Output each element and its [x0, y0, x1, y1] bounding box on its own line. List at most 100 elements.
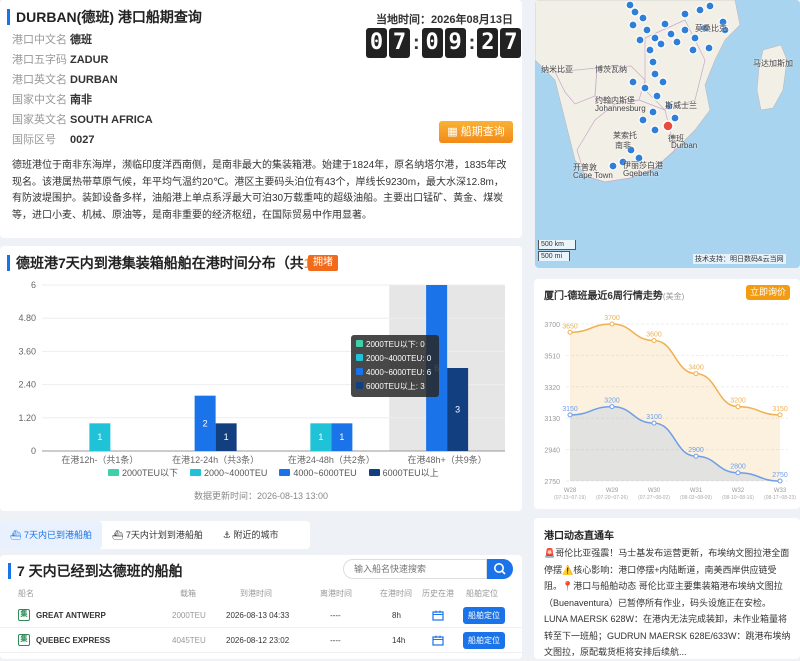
port-pin[interactable] [645, 45, 655, 55]
point-value-label: 3400 [688, 365, 704, 372]
data-point[interactable] [693, 371, 699, 377]
port-pin[interactable] [630, 7, 640, 17]
map-label: Durban [671, 141, 698, 150]
port-pin[interactable] [695, 5, 705, 15]
point-value-label: 3200 [604, 398, 620, 405]
port-pin[interactable] [648, 107, 658, 117]
port-pin[interactable] [672, 37, 682, 47]
calendar-icon[interactable] [432, 610, 444, 621]
port-pin[interactable] [666, 29, 676, 39]
data-point[interactable] [651, 338, 657, 344]
tooltip-row: 2000~4000TEU: 0 [356, 352, 434, 366]
port-pin[interactable] [638, 13, 648, 23]
data-point[interactable] [693, 453, 699, 459]
data-point[interactable] [567, 412, 573, 418]
port-pin[interactable] [628, 20, 638, 30]
data-point[interactable] [609, 321, 615, 327]
port-pin[interactable] [705, 1, 715, 11]
tab-arrived[interactable]: ⛴ 7天内已到港船舶 [0, 521, 102, 549]
calendar-icon[interactable] [432, 635, 444, 646]
ship-teu: 2000TEU [172, 611, 206, 620]
port-pin[interactable] [608, 161, 618, 171]
port-pin[interactable] [650, 125, 660, 135]
local-clock: 0 7 : 0 9 : 2 7 [366, 28, 523, 58]
legend-item[interactable]: 2000~4000TEU [190, 466, 267, 479]
port-pin[interactable] [680, 25, 690, 35]
x-tick-label: W30 [648, 488, 661, 494]
x-tick-sublabel: (07-13~07-19) [554, 495, 586, 501]
port-pin[interactable] [635, 35, 645, 45]
port-pin[interactable] [660, 19, 670, 29]
port-pin[interactable] [638, 115, 648, 125]
x-tick-label: 在港12-24h（共3条） [172, 454, 259, 465]
port-pin[interactable] [640, 83, 650, 93]
y-tick-label: 3130 [544, 416, 560, 423]
port-pin[interactable] [690, 33, 700, 43]
port-pin[interactable] [670, 113, 680, 123]
unlocode-link[interactable]: ZADUR [70, 54, 109, 66]
x-tick-label: 在港48h+（共9条） [407, 454, 486, 465]
ship-tabs: ⛴ 7天内已到港船舶 ⛴ 7天内计划到港船舶 ⚓ 附近的城市 [0, 521, 310, 549]
port-pin[interactable] [656, 39, 666, 49]
durban-marker[interactable] [662, 120, 674, 132]
locate-ship-button[interactable]: 船舶定位 [463, 607, 505, 624]
clock-digit: 0 [366, 28, 387, 58]
map-label: Johannesburg [595, 104, 646, 113]
data-point[interactable] [567, 329, 573, 335]
search-button[interactable] [487, 559, 513, 579]
news-body[interactable]: 🚨哥伦比亚强震！马士基发布运营更新，布埃纳文图拉港全面停摆⚠️核心影响：港口停摆… [544, 545, 794, 661]
x-tick-label: 在港24-48h（共2条） [288, 454, 375, 465]
port-pin[interactable] [688, 45, 698, 55]
line-chart: 275029403130332035103700 3650370036003400… [544, 315, 796, 501]
ship-search-input[interactable] [343, 559, 487, 579]
table-row[interactable]: 集 QUEBEC EXPRESS 4045TEU 2026-08-12 23:02 --… [0, 629, 522, 653]
clock-digit: 7 [500, 28, 522, 58]
port-news-card: 港口动态直通车 🚨哥伦比亚强震！马士基发布运营更新，布埃纳文图拉港全面停摆⚠️核… [534, 518, 800, 659]
tooltip-row: 6000TEU以上: 3 [356, 380, 434, 394]
data-point[interactable] [609, 404, 615, 410]
y-tick-label: 3320 [544, 385, 560, 392]
map-label: 博茨瓦纳 [595, 65, 627, 74]
data-point[interactable] [777, 412, 783, 418]
tab-planned[interactable]: ⛴ 7天内计划到港船舶 [102, 521, 213, 549]
data-point[interactable] [735, 470, 741, 476]
info-row-unlocode: 港口五字码 ZADUR [12, 54, 109, 66]
port-pin[interactable] [642, 25, 652, 35]
port-pin[interactable] [658, 77, 668, 87]
schedule-query-button[interactable]: ▦ 船期查询 [439, 121, 513, 143]
port-pin[interactable] [650, 69, 660, 79]
map-label: 斯威士兰 [665, 101, 697, 110]
port-pin[interactable] [652, 91, 662, 101]
port-pin[interactable] [680, 9, 690, 19]
port-pin[interactable] [704, 43, 714, 53]
col-header-locate: 船舶定位 [466, 589, 498, 598]
legend-item[interactable]: 2000TEU以下 [108, 466, 178, 479]
legend-item[interactable]: 4000~6000TEU [279, 466, 357, 479]
data-point[interactable] [651, 420, 657, 426]
port-pin[interactable] [625, 0, 635, 10]
data-point[interactable] [777, 478, 783, 484]
legend-item[interactable]: 6000TEU以上 [368, 466, 439, 479]
tab-nearby[interactable]: ⚓ 附近的城市 [213, 521, 289, 549]
port-pin[interactable] [628, 77, 638, 87]
ship-name[interactable]: QUEBEC EXPRESS [36, 636, 110, 645]
update-time: 数据更新时间：2026-08-13 13:00 [193, 491, 329, 501]
point-value-label: 3150 [562, 406, 578, 413]
chart-tooltip: 2000TEU以下: 0 2000~4000TEU: 0 4000~6000TEU:… [351, 335, 439, 397]
x-tick-sublabel: (08-03~08-09) [680, 495, 712, 501]
locate-ship-button[interactable]: 船舶定位 [463, 632, 505, 649]
port-pin[interactable] [648, 57, 658, 67]
scale-mi: 500 mi [538, 251, 570, 261]
port-map[interactable]: 纳米比亚 博茨瓦纳 约翰内斯堡 Johannesburg 斯威士兰 莫桑比克 马达加斯加 莱索… [535, 0, 800, 268]
col-header-teu: 载箱 [180, 589, 196, 598]
col-header-name: 船名 [18, 589, 34, 598]
map-credit: 技术支持：明日数码&云当网 [693, 254, 786, 264]
ship-name[interactable]: GREAT ANTWERP [36, 611, 106, 620]
map-label: Cape Town [573, 171, 613, 180]
x-tick-label: W28 [564, 488, 577, 494]
point-value-label: 3150 [772, 406, 788, 413]
data-point[interactable] [735, 404, 741, 410]
bar-value-label: 1 [339, 432, 344, 442]
table-row[interactable]: 集 GREAT ANTWERP 2000TEU 2026-08-13 04:33 ---… [0, 604, 522, 628]
ship-stay: 14h [392, 636, 406, 645]
